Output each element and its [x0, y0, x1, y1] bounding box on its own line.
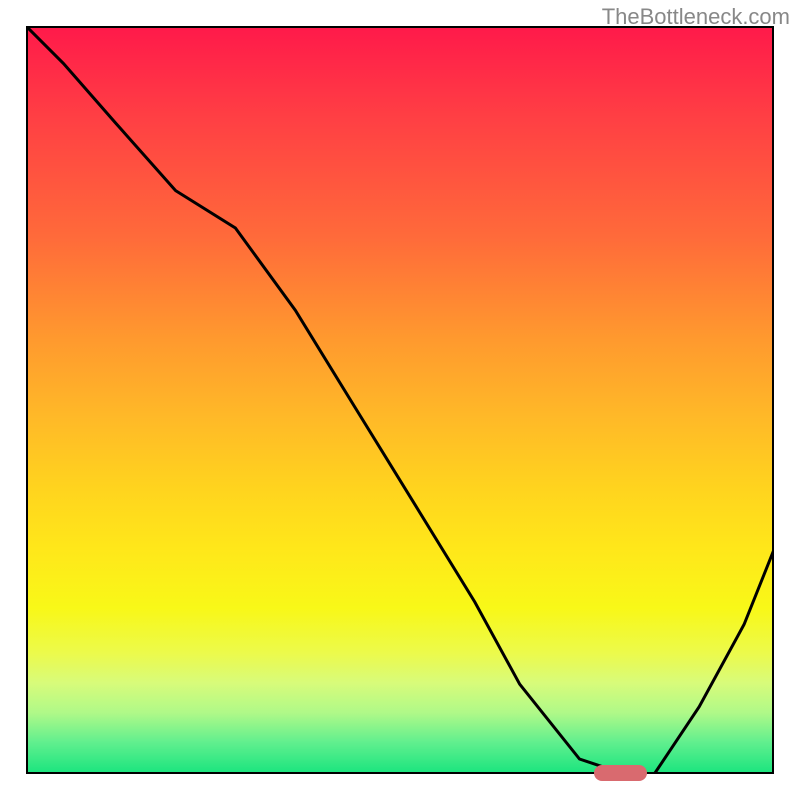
bottleneck-curve	[26, 26, 774, 774]
watermark-text: TheBottleneck.com	[602, 4, 790, 30]
chart-line-layer	[26, 26, 774, 774]
optimal-marker	[594, 765, 646, 781]
